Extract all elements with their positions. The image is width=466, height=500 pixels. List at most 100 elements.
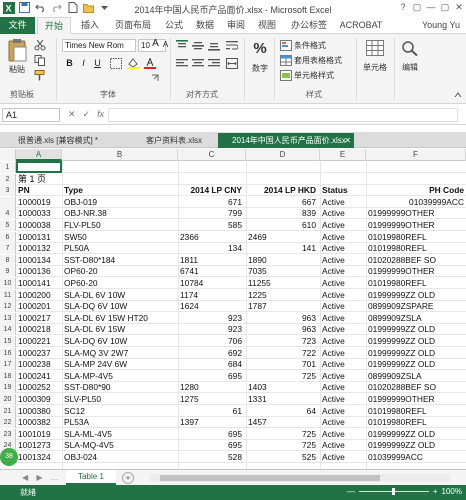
tab-acrobat[interactable]: ACROBAT xyxy=(337,17,385,34)
table-cell-c[interactable]: 923 xyxy=(180,324,242,335)
row-header[interactable]: 8 xyxy=(0,254,16,266)
row-header[interactable]: 1 xyxy=(0,162,16,173)
table-cell-d[interactable]: 725 xyxy=(248,440,316,451)
table-cell-e[interactable]: Active xyxy=(322,255,364,266)
cell-style-button[interactable]: 单元格样式 xyxy=(294,70,334,82)
table-cell-e[interactable]: Active xyxy=(322,452,364,463)
tab-view[interactable]: 视图 xyxy=(253,17,281,34)
row-header[interactable]: 2 xyxy=(0,173,16,185)
document-tab-active[interactable]: 2014年中国人民币产品面价.xlsx ✕ xyxy=(218,133,354,148)
table-cell-f[interactable]: 01999999ZZ OLD xyxy=(368,336,464,347)
row-header[interactable]: 7 xyxy=(0,243,16,255)
column-header[interactable]: C xyxy=(178,149,246,161)
table-cell-d[interactable]: 725 xyxy=(248,371,316,382)
table-cell-d[interactable]: 11255 xyxy=(248,278,316,289)
table-cell-a[interactable]: 1000237 xyxy=(18,348,62,359)
table-cell-f[interactable]: 01019980REFL xyxy=(368,406,464,417)
document-tab[interactable]: 很普通.xls [兼容模式] * xyxy=(4,133,128,148)
table-cell-b[interactable]: PL53A xyxy=(64,417,176,428)
table-cell-f[interactable]: 01999999OTHER xyxy=(368,220,464,231)
table-cell-c[interactable]: 585 xyxy=(180,220,242,231)
name-box[interactable]: A1 xyxy=(2,108,60,122)
table-cell-c[interactable]: 706 xyxy=(180,336,242,347)
column-header[interactable]: E xyxy=(320,149,366,161)
table-cell-f[interactable] xyxy=(368,162,464,173)
table-cell-c[interactable]: 6741 xyxy=(180,266,242,277)
table-cell-a[interactable]: 1000132 xyxy=(18,243,62,254)
table-cell-d[interactable]: 1890 xyxy=(248,255,316,266)
table-cell-d[interactable] xyxy=(248,162,316,173)
table-cell-e[interactable]: Active xyxy=(322,197,364,208)
table-cell-e[interactable]: Active xyxy=(322,394,364,405)
table-cell-b[interactable]: PL50A xyxy=(64,243,176,254)
table-cell-f[interactable]: 01999999OTHER xyxy=(368,394,464,405)
table-cell-b[interactable] xyxy=(64,162,176,173)
table-cell-e[interactable]: Active xyxy=(322,243,364,254)
table-cell-d[interactable]: 1457 xyxy=(248,417,316,428)
table-cell-c[interactable]: 528 xyxy=(180,452,242,463)
row-header[interactable]: 11 xyxy=(0,289,16,301)
table-cell-d[interactable]: 722 xyxy=(248,348,316,359)
row-header[interactable]: 13 xyxy=(0,312,16,324)
table-cell-b[interactable]: SLA-DL 6V 15W HT20 xyxy=(64,313,176,324)
table-cell-b[interactable]: SLA-MP-4V5 xyxy=(64,371,176,382)
table-cell-d[interactable]: 1225 xyxy=(248,290,316,301)
align-middle-icon[interactable] xyxy=(192,40,204,51)
table-cell-a[interactable]: 1000221 xyxy=(18,336,62,347)
table-cell-d[interactable]: 64 xyxy=(248,406,316,417)
table-cell-b[interactable]: OP60-20 xyxy=(64,278,176,289)
table-cell-e[interactable]: Active xyxy=(322,359,364,370)
table-cell-d[interactable]: 963 xyxy=(248,313,316,324)
table-cell-e[interactable]: Active xyxy=(322,208,364,219)
row-header[interactable]: 3 xyxy=(0,185,16,197)
table-cell-f[interactable]: 0899909ZSPARE xyxy=(368,301,464,312)
table-cell-e[interactable]: Active xyxy=(322,290,364,301)
tab-page-layout[interactable]: 页面布局 xyxy=(108,17,158,34)
selected-cell-a1[interactable] xyxy=(16,161,62,173)
number-format-button[interactable]: % 数字 xyxy=(250,40,270,74)
table-cell-a[interactable]: 1001019 xyxy=(18,429,62,440)
table-cell-b[interactable]: SLA-MP 24V 6W xyxy=(64,359,176,370)
table-cell-b[interactable]: SST-D80*184 xyxy=(64,255,176,266)
table-cell-b[interactable]: Type xyxy=(64,185,176,196)
align-right-icon[interactable] xyxy=(208,58,220,69)
table-cell-c[interactable]: 923 xyxy=(180,313,242,324)
table-cell-b[interactable]: OBJ-024 xyxy=(64,452,176,463)
table-cell-f[interactable]: 01999999ZZ OLD xyxy=(368,324,464,335)
table-cell-e[interactable] xyxy=(322,174,364,185)
table-cell-b[interactable]: SLA-DQ 6V 10W xyxy=(64,301,176,312)
table-cell-a[interactable]: 1001324 xyxy=(18,452,62,463)
table-cell-a[interactable]: 1000131 xyxy=(18,232,62,243)
table-cell-c[interactable]: 1174 xyxy=(180,290,242,301)
paste-button[interactable]: 粘贴 xyxy=(4,38,30,84)
table-cell-d[interactable]: 963 xyxy=(248,324,316,335)
table-cell-f[interactable]: 0899909ZSLA xyxy=(368,313,464,324)
row-header[interactable] xyxy=(0,196,16,208)
table-cell-d[interactable]: 1787 xyxy=(248,301,316,312)
table-cell-e[interactable] xyxy=(322,162,364,173)
table-cell-e[interactable]: Active xyxy=(322,313,364,324)
table-cell-f[interactable]: 01019980REFL xyxy=(368,243,464,254)
row-header[interactable]: 9 xyxy=(0,266,16,278)
table-cell-f[interactable]: 01999999ZZ OLD xyxy=(368,290,464,301)
table-cell-b[interactable]: SW50 xyxy=(64,232,176,243)
tab-home[interactable]: 开始 xyxy=(37,17,71,35)
table-cell-c[interactable]: 692 xyxy=(180,348,242,359)
table-cell-b[interactable]: SLA-DQ 6V 10W xyxy=(64,336,176,347)
align-left-icon[interactable] xyxy=(176,58,188,69)
table-format-button[interactable]: 套用表格格式 xyxy=(294,55,342,67)
help-button[interactable]: ? xyxy=(396,0,410,14)
table-cell-b[interactable]: SLA-DL 6V 15W xyxy=(64,324,176,335)
table-cell-a[interactable]: 1000309 xyxy=(18,394,62,405)
close-button[interactable]: ✕ xyxy=(452,0,466,14)
table-cell-d[interactable]: 525 xyxy=(248,452,316,463)
row-header[interactable]: 10 xyxy=(0,278,16,289)
conditional-format-button[interactable]: 条件格式 xyxy=(294,40,326,52)
table-cell-f[interactable]: PH Code xyxy=(368,185,464,196)
table-cell-b[interactable]: SC12 xyxy=(64,406,176,417)
row-header[interactable]: 4 xyxy=(0,208,16,220)
table-cell-e[interactable]: Active xyxy=(322,220,364,231)
font-dialog-launcher-icon[interactable] xyxy=(151,74,163,85)
table-cell-f[interactable]: 0899909ZSLA xyxy=(368,371,464,382)
table-cell-a[interactable]: 1000217 xyxy=(18,313,62,324)
